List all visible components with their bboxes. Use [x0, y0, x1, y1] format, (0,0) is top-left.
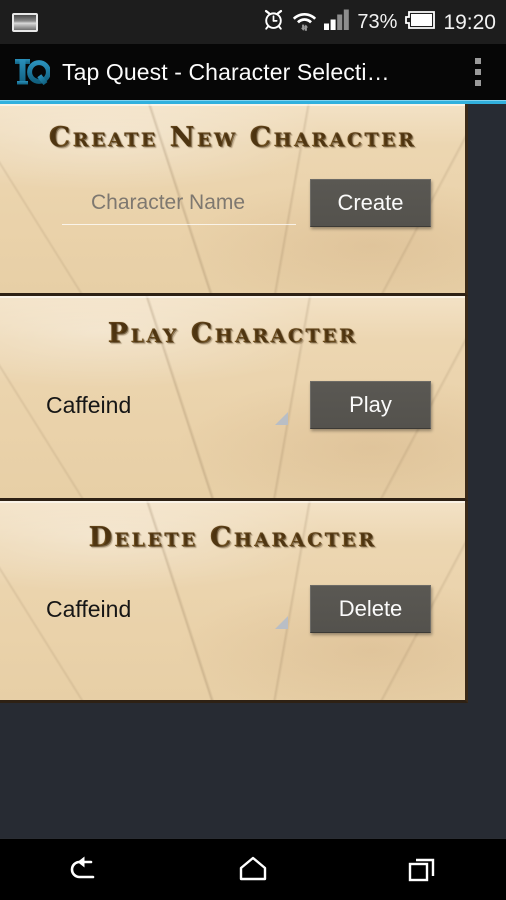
- battery-percent-label: 73%: [357, 11, 398, 33]
- play-button[interactable]: Play: [310, 381, 431, 429]
- input-underline: [62, 224, 296, 225]
- app-logo-icon: [14, 55, 51, 89]
- panel-title-play: Play Character: [0, 296, 465, 349]
- panel-list: Create New Character Character Name Crea…: [0, 104, 468, 703]
- play-character-selected-value: Caffeind: [46, 391, 132, 418]
- panel-play-character: Play Character Caffeind Play: [0, 296, 468, 501]
- app-bar: Tap Quest - Character Selecti…: [0, 44, 506, 100]
- play-character-row: Caffeind Play: [0, 381, 465, 429]
- app-bar-title: Tap Quest - Character Selecti…: [62, 58, 390, 85]
- status-bar-left: [12, 12, 262, 32]
- delete-character-row: Caffeind Delete: [0, 585, 465, 633]
- delete-character-selected-value: Caffeind: [46, 595, 132, 622]
- spinner-caret-icon: [275, 616, 288, 629]
- phone-screen: 73% 19:20 Tap Quest - Character Selecti……: [0, 0, 506, 900]
- character-name-placeholder: Character Name: [91, 191, 246, 214]
- signal-bars-icon: [324, 9, 350, 35]
- wifi-icon: [292, 8, 317, 36]
- battery-icon: [404, 10, 436, 34]
- status-bar-clock: 19:20: [443, 10, 496, 34]
- panel-create-character: Create New Character Character Name Crea…: [0, 104, 468, 296]
- panel-title-delete: Delete Character: [0, 501, 465, 553]
- back-icon[interactable]: [0, 838, 169, 900]
- character-name-input[interactable]: Character Name: [28, 181, 296, 225]
- recents-icon[interactable]: [337, 838, 506, 900]
- overflow-menu-icon[interactable]: [454, 44, 502, 100]
- screenshot-icon: [12, 12, 38, 32]
- create-character-row: Character Name Create: [0, 179, 465, 227]
- spinner-caret-icon: [275, 412, 288, 425]
- status-bar-right: 73% 19:20: [262, 8, 496, 36]
- delete-character-spinner[interactable]: Caffeind: [46, 587, 288, 631]
- android-nav-bar: [0, 838, 506, 900]
- play-character-spinner[interactable]: Caffeind: [46, 383, 288, 427]
- panel-delete-character: Delete Character Caffeind Delete: [0, 501, 468, 703]
- alarm-clock-icon: [262, 8, 285, 36]
- panel-title-create: Create New Character: [0, 104, 465, 153]
- home-icon[interactable]: [169, 838, 338, 900]
- delete-button[interactable]: Delete: [310, 585, 431, 633]
- create-button[interactable]: Create: [310, 179, 431, 227]
- status-bar: 73% 19:20: [0, 0, 506, 44]
